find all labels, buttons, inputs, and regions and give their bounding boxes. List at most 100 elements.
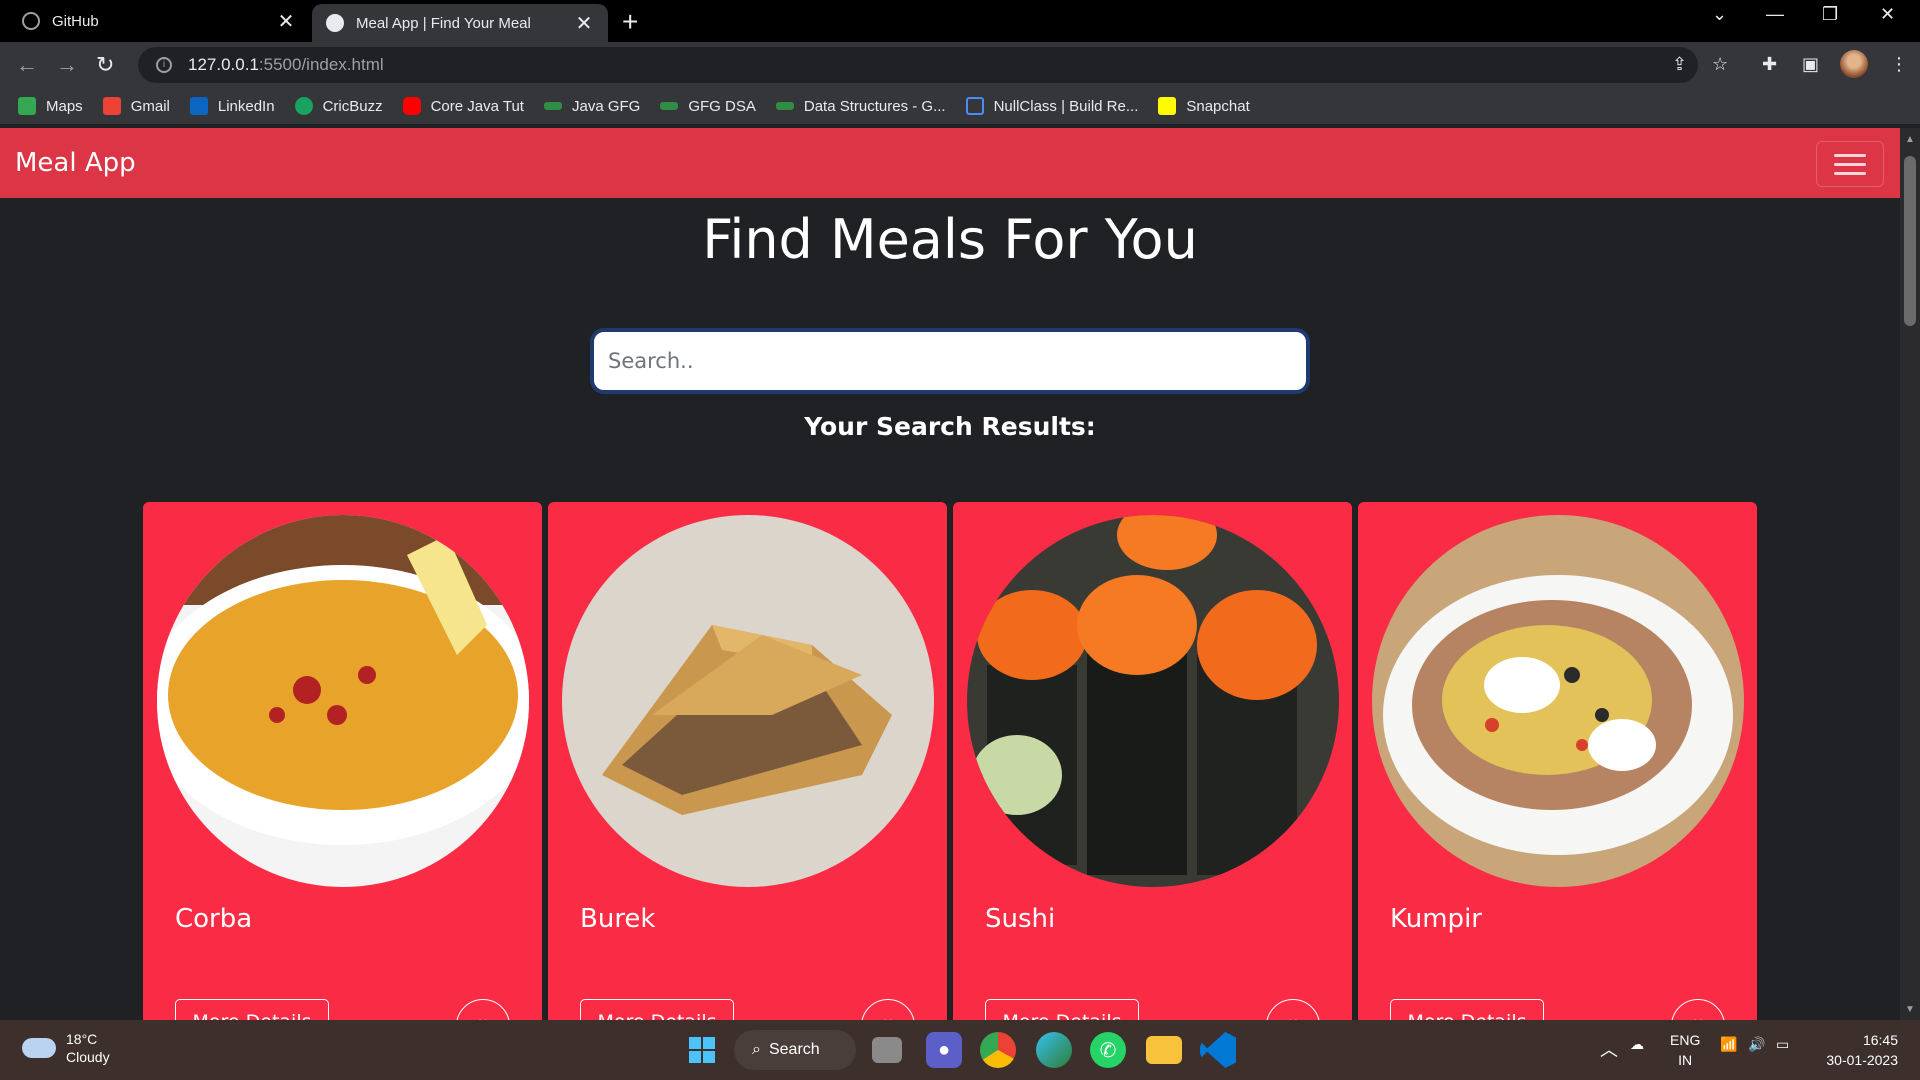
heart-icon[interactable]: ♥	[1266, 999, 1320, 1020]
bookmark-label: Snapchat	[1186, 97, 1250, 115]
weather-condition: Cloudy	[66, 1049, 110, 1065]
menu-kebab-icon[interactable]: ⋮	[1890, 54, 1908, 75]
meal-card: Sushi More Details ♥	[953, 502, 1352, 1020]
weather-widget[interactable]: 18°C Cloudy	[22, 1030, 110, 1066]
hamburger-menu-button[interactable]	[1816, 141, 1884, 187]
language-indicator[interactable]: ENG IN	[1670, 1030, 1700, 1070]
edge-icon[interactable]	[1036, 1032, 1072, 1068]
bookmark-snapchat[interactable]: Snapchat	[1158, 97, 1250, 115]
page-title: Find Meals For You	[702, 208, 1198, 271]
meal-image-burek[interactable]	[562, 515, 934, 887]
lang-code: ENG	[1670, 1032, 1701, 1048]
taskbar-search[interactable]: ⌕ Search	[734, 1030, 856, 1070]
whatsapp-icon[interactable]: ✆	[1090, 1032, 1126, 1068]
url-host: 127.0.0.1	[188, 55, 259, 74]
windows-taskbar: 18°C Cloudy ⌕ Search ● ✆ ︿ ☁ ENG IN 📶 🔊 …	[0, 1020, 1920, 1080]
heart-icon[interactable]: ♥	[1671, 999, 1725, 1020]
search-icon: ⌕	[752, 1041, 761, 1058]
bookmark-label: Core Java Tut	[430, 97, 524, 115]
onedrive-icon[interactable]: ☁	[1630, 1036, 1644, 1053]
bookmark-core-java-tut[interactable]: Core Java Tut	[402, 97, 524, 115]
chevron-up-icon[interactable]: ︿	[1600, 1036, 1618, 1062]
close-tab-icon[interactable]: ✕	[276, 9, 296, 34]
scroll-up-icon[interactable]: ▲	[1905, 134, 1915, 145]
tab-github[interactable]: GitHub ✕	[8, 0, 310, 42]
site-info-icon[interactable]: i	[156, 57, 172, 73]
gmail-icon	[102, 97, 121, 115]
meal-image-sushi[interactable]	[967, 515, 1339, 887]
reload-icon[interactable]: ↻	[96, 52, 114, 78]
bookmark-gfg-dsa[interactable]: GFG DSA	[660, 98, 756, 115]
meal-name: Burek	[580, 904, 656, 934]
tab-meal-app[interactable]: Meal App | Find Your Meal ✕	[312, 4, 608, 42]
url-path: :5500/index.html	[258, 55, 384, 74]
meal-image-kumpir[interactable]	[1372, 515, 1744, 887]
bookmark-cricbuzz[interactable]: CricBuzz	[294, 97, 383, 115]
meal-card: Burek More Details ♥	[548, 502, 947, 1020]
share-icon[interactable]: ⇪	[1672, 54, 1687, 75]
app-navbar: Meal App	[0, 128, 1900, 198]
start-windows-icon[interactable]	[684, 1032, 720, 1068]
chrome-icon[interactable]	[980, 1032, 1016, 1068]
task-view-icon[interactable]	[872, 1037, 902, 1063]
address-bar[interactable]: i 127.0.0.1:5500/index.html	[138, 47, 1698, 83]
vscode-icon[interactable]	[1200, 1032, 1236, 1068]
page-scrollbar[interactable]: ▲ ▼	[1900, 128, 1920, 1020]
scrollbar-thumb[interactable]	[1904, 156, 1916, 326]
scroll-down-icon[interactable]: ▼	[1905, 1004, 1915, 1015]
wifi-icon[interactable]: 📶	[1720, 1036, 1737, 1053]
meal-name: Sushi	[985, 904, 1056, 934]
more-details-button[interactable]: More Details	[985, 999, 1139, 1020]
meal-card: Corba More Details ♥	[143, 502, 542, 1020]
volume-icon[interactable]: 🔊	[1748, 1036, 1765, 1053]
meal-image-corba[interactable]	[157, 515, 529, 887]
restore-icon[interactable]: ❐	[1822, 4, 1838, 25]
bookmark-label: GFG DSA	[688, 97, 756, 115]
heart-icon[interactable]: ♥	[456, 999, 510, 1020]
bookmark-nullclass[interactable]: NullClass | Build Re...	[965, 97, 1138, 115]
close-tab-icon[interactable]: ✕	[574, 11, 594, 36]
gfg-icon	[660, 102, 679, 110]
teams-chat-icon[interactable]: ●	[926, 1032, 962, 1068]
github-icon	[22, 12, 40, 30]
soup-image	[157, 515, 529, 887]
bookmark-label: Java GFG	[571, 97, 641, 115]
side-panel-icon[interactable]: ▣	[1802, 54, 1819, 75]
heart-icon[interactable]: ♥	[861, 999, 915, 1020]
globe-icon	[326, 14, 344, 32]
bookmark-maps[interactable]: Maps	[18, 97, 83, 115]
forward-icon[interactable]: →	[56, 52, 78, 78]
youtube-icon	[402, 97, 421, 115]
more-details-button[interactable]: More Details	[1390, 999, 1544, 1020]
region-code: IN	[1678, 1052, 1693, 1068]
browser-toolbar: ← → ↻ i 127.0.0.1:5500/index.html ⇪ ☆ ✚ …	[0, 42, 1920, 88]
more-details-button[interactable]: More Details	[175, 999, 329, 1020]
bookmark-gmail[interactable]: Gmail	[102, 97, 170, 115]
meal-name: Corba	[175, 904, 253, 934]
minimize-icon[interactable]: —	[1766, 4, 1784, 25]
snapchat-icon	[1158, 97, 1177, 115]
browser-tab-strip: GitHub ✕ Meal App | Find Your Meal ✕ + ⌄…	[0, 0, 1920, 42]
search-input[interactable]	[590, 328, 1310, 394]
clock-date: 30-01-2023	[1826, 1052, 1898, 1068]
back-icon[interactable]: ←	[16, 52, 38, 78]
more-details-button[interactable]: More Details	[580, 999, 734, 1020]
bookmark-linkedin[interactable]: LinkedIn	[189, 97, 275, 115]
clock-time: 16:45	[1862, 1032, 1898, 1048]
close-window-icon[interactable]: ✕	[1880, 4, 1895, 25]
bookmark-label: Data Structures - G...	[803, 97, 946, 115]
tab-search-icon[interactable]: ⌄	[1712, 4, 1727, 25]
profile-avatar[interactable]	[1840, 50, 1868, 78]
bookmark-java-gfg[interactable]: Java GFG	[543, 97, 641, 115]
bookmark-data-structures[interactable]: Data Structures - G...	[775, 97, 946, 115]
file-explorer-icon[interactable]	[1146, 1036, 1182, 1064]
new-tab-button[interactable]: +	[622, 6, 638, 38]
brand-logo[interactable]: Meal App	[15, 148, 136, 178]
bookmark-label: Gmail	[130, 97, 170, 115]
extensions-icon[interactable]: ✚	[1762, 54, 1777, 75]
bookmark-label: LinkedIn	[217, 97, 275, 115]
system-clock[interactable]: 16:45 30-01-2023	[1810, 1030, 1898, 1070]
battery-icon[interactable]: ▭	[1776, 1036, 1789, 1053]
nullclass-icon	[965, 97, 984, 115]
bookmark-star-icon[interactable]: ☆	[1712, 54, 1728, 75]
